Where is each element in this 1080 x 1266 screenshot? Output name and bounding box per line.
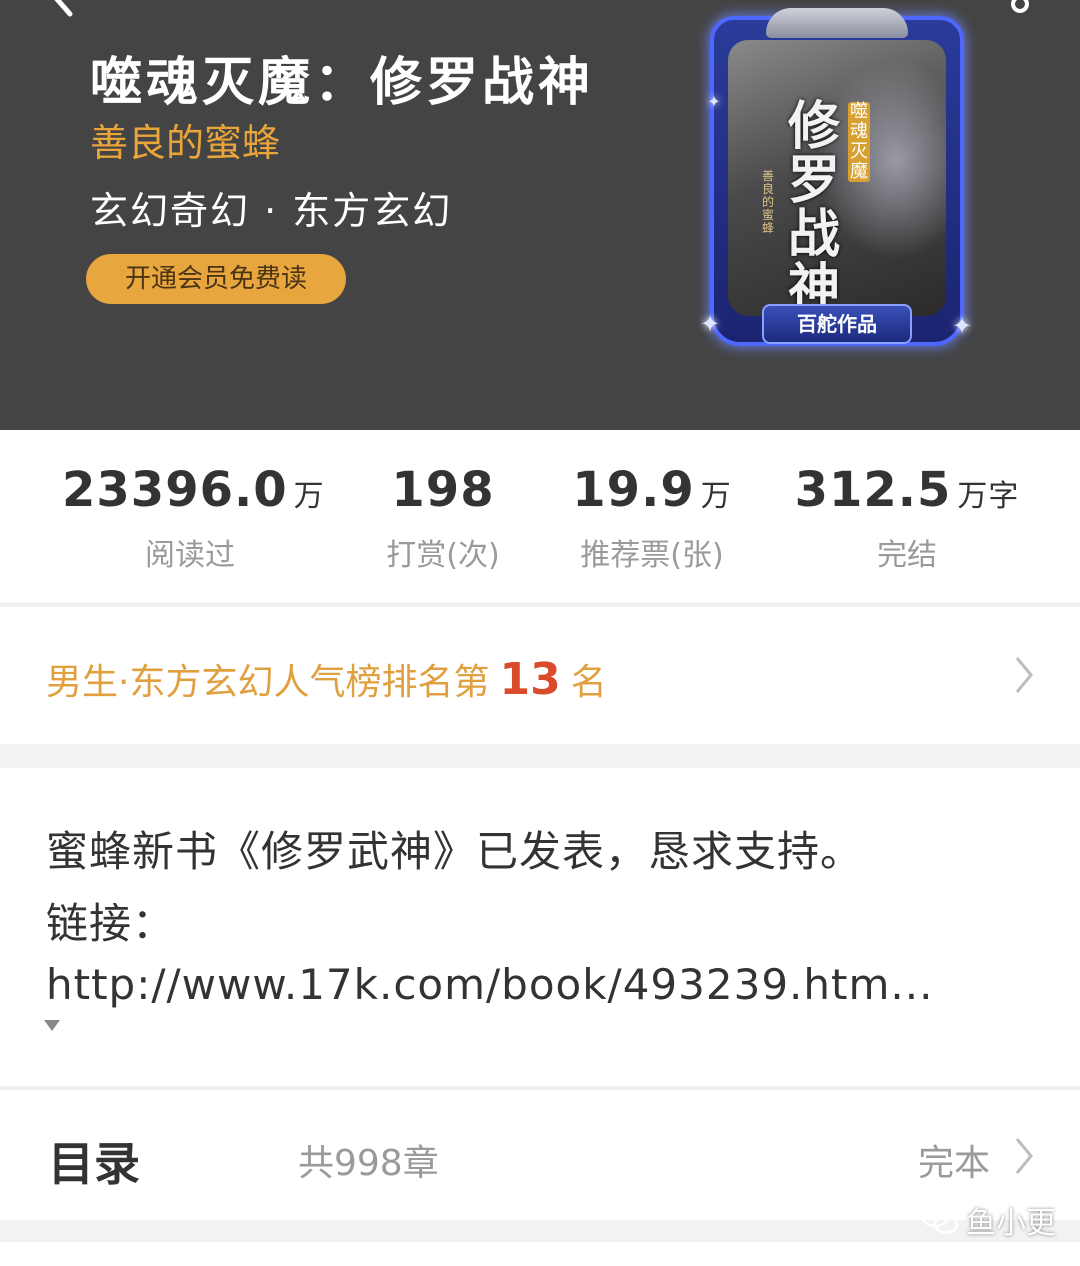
book-header: 噬魂灭魔：修罗战神 善良的蜜蜂 玄幻奇幻 · 东方玄幻 开通会员免费读 修罗战神… [0, 0, 1080, 430]
toc-title: 目录 [48, 1137, 140, 1191]
stat-value: 312.5 [794, 462, 952, 518]
stat-unit: 万字 [957, 479, 1020, 514]
stat-unit: 万 [700, 479, 732, 514]
cover-badge: 百舵作品 [762, 304, 912, 344]
stat-value: 198 [391, 462, 495, 518]
ranking-row[interactable]: 男生·东方玄幻人气榜排名第 13 名 [0, 607, 1080, 744]
bottom-section [0, 1242, 1080, 1266]
book-genre: 玄幻奇幻 · 东方玄幻 [90, 189, 453, 233]
stat-rewards[interactable]: 198 打赏(次) [360, 462, 526, 574]
intro-line: 蜜蜂新书《修罗武神》已发表，恳求支持。 [46, 827, 864, 876]
intro-line: 链接： [46, 899, 176, 948]
book-stats: 23396.0 万 阅读过 198 打赏(次) 19.9 万 推荐票(张) 312.… [0, 430, 1080, 605]
cover-frame-cap [766, 8, 908, 38]
book-intro[interactable]: 蜜蜂新书《修罗武神》已发表，恳求支持。 链接： http://www.17k.c… [0, 768, 1080, 1086]
chevron-right-icon [1015, 657, 1033, 693]
book-title: 噬魂灭魔：修罗战神 [90, 52, 595, 113]
stat-label: 打赏(次) [386, 538, 500, 573]
watermark: 鱼小更 [920, 1200, 1056, 1241]
stat-label: 完结 [877, 538, 937, 573]
sparkle-icon: ✦ [707, 92, 721, 111]
cover-author: 善良的蜜蜂 [762, 169, 775, 235]
ranking-suffix: 名 [570, 662, 607, 703]
chevron-right-icon [1015, 1138, 1033, 1174]
toc-status: 完本 [918, 1143, 991, 1184]
sparkle-icon: ✦ [699, 310, 721, 338]
toc-chapter-count: 共998章 [298, 1143, 439, 1184]
share-icon[interactable] [1000, 0, 1040, 16]
intro-link[interactable]: http://www.17k.com/book/493239.htm... [46, 960, 933, 1009]
stat-unit: 万 [293, 479, 325, 514]
stat-word-count: 312.5 万字 完结 [792, 462, 1022, 574]
sparkle-icon: ✦ [951, 312, 973, 340]
stat-recommend-votes[interactable]: 19.9 万 推荐票(张) [560, 462, 744, 574]
stat-label: 阅读过 [145, 538, 235, 573]
expand-triangle-icon[interactable] [44, 1020, 60, 1031]
stat-label: 推荐票(张) [580, 538, 724, 573]
stat-value: 19.9 [572, 462, 695, 518]
watermark-text: 鱼小更 [966, 1206, 1056, 1241]
ranking-prefix: 男生·东方玄幻人气榜排名第 [46, 662, 490, 703]
table-of-contents-row[interactable]: 目录 共998章 完本 [0, 1088, 1080, 1220]
back-arrow-icon[interactable] [40, 0, 80, 20]
book-cover[interactable]: 修罗战神 噬魂灭魔 善良的蜜蜂 百舵作品 ✦ ✦ ✦ [696, 8, 978, 348]
ranking-text: 男生·东方玄幻人气榜排名第 13 名 [46, 653, 607, 705]
wechat-icon [920, 1204, 959, 1234]
book-author[interactable]: 善良的蜜蜂 [90, 112, 280, 167]
stat-reads: 23396.0 万 阅读过 [62, 462, 324, 574]
vip-free-read-button[interactable]: 开通会员免费读 [86, 254, 346, 304]
ranking-number: 13 [499, 654, 561, 705]
cover-subtitle: 噬魂灭魔 [848, 101, 870, 182]
cover-artwork: 修罗战神 噬魂灭魔 善良的蜜蜂 [728, 40, 946, 316]
stat-value: 23396.0 [62, 462, 288, 518]
